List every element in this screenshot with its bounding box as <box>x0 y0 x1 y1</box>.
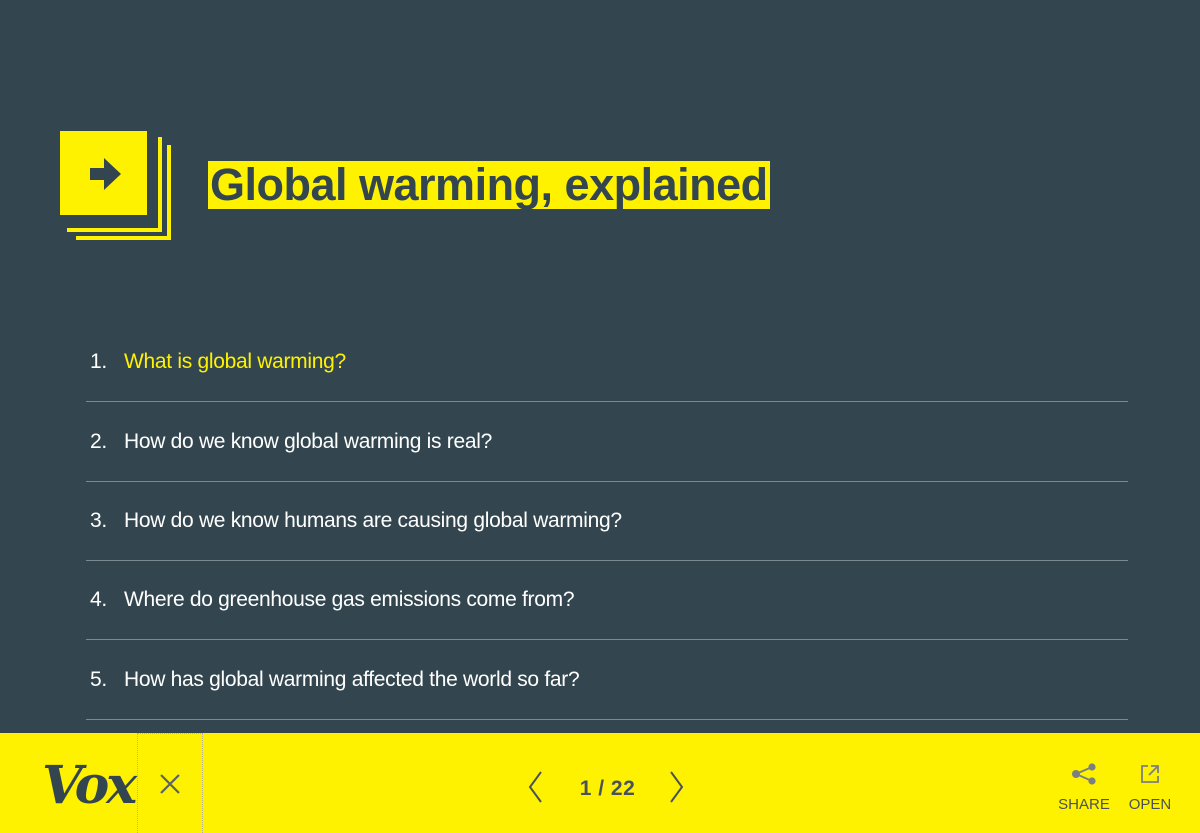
toc-item-label[interactable]: How do we know humans are causing global… <box>124 509 622 533</box>
toc-item-label[interactable]: Where do greenhouse gas emissions come f… <box>124 588 575 612</box>
toc-item-label[interactable]: How has global warming affected the worl… <box>124 668 580 692</box>
toc-item-number: 5. <box>90 667 107 691</box>
share-icon <box>1072 763 1096 785</box>
close-button[interactable] <box>137 733 203 833</box>
toc-item-3[interactable]: 3. How do we know humans are causing glo… <box>86 482 1128 561</box>
toc-item-2[interactable]: 2. How do we know global warming is real… <box>86 402 1128 482</box>
pager: 1 / 22 <box>520 769 695 809</box>
vox-logo[interactable]: Vox <box>42 755 137 816</box>
card-stack-icon <box>60 131 172 241</box>
open-button[interactable]: OPEN <box>1120 763 1180 813</box>
toc-item-number: 4. <box>90 588 107 611</box>
external-link-icon <box>1141 765 1159 783</box>
toc-item-number: 1. <box>90 349 107 373</box>
toc-item-4[interactable]: 4. Where do greenhouse gas emissions com… <box>86 561 1128 640</box>
page-title: Global warming, explained <box>208 159 770 210</box>
toc-item-label[interactable]: What is global warming? <box>124 350 346 374</box>
close-icon[interactable] <box>159 773 181 795</box>
stack-layer-front <box>60 131 147 215</box>
toc-item-number: 2. <box>90 429 107 453</box>
chevron-right-icon[interactable] <box>668 769 686 805</box>
toc-item-5[interactable]: 5. How has global warming affected the w… <box>86 640 1128 720</box>
toc-item-label[interactable]: How do we know global warming is real? <box>124 430 492 454</box>
arrow-right-icon <box>90 158 121 190</box>
table-of-contents: 1. What is global warming? 2. How do we … <box>86 322 1128 720</box>
open-label: OPEN <box>1128 796 1172 813</box>
toc-item-1[interactable]: 1. What is global warming? <box>86 322 1128 402</box>
bottom-bar: Vox 1 / 22 SHARE OPEN <box>0 733 1200 833</box>
share-label: SHARE <box>1058 796 1110 813</box>
share-button[interactable]: SHARE <box>1054 763 1114 813</box>
toc-item-number: 3. <box>90 509 107 532</box>
